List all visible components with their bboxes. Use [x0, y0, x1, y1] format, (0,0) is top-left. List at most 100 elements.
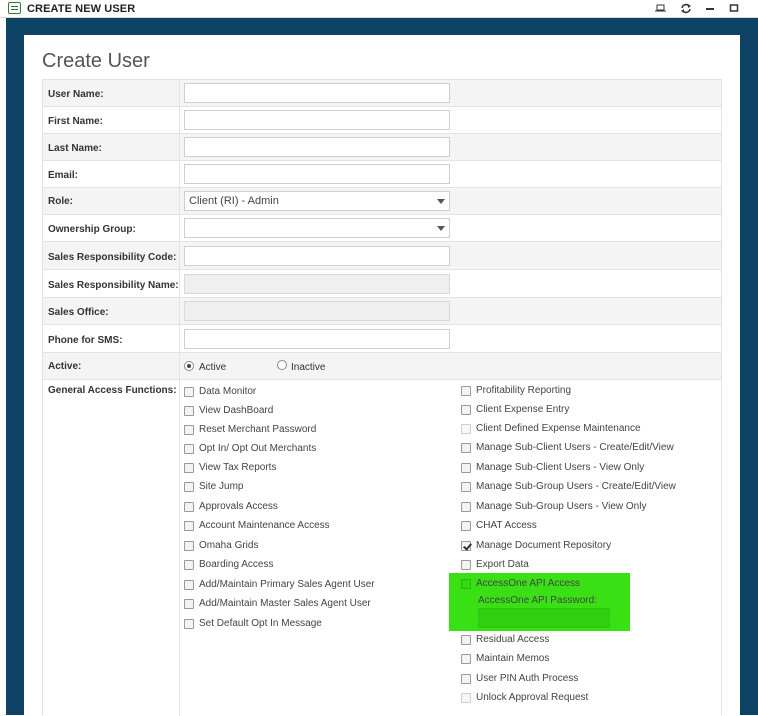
checkbox-label: Manage Sub-Group Users - Create/Edit/Vie…	[476, 481, 676, 492]
checkbox-checked[interactable]	[461, 541, 471, 551]
row-first-name: First Name:	[43, 107, 721, 134]
checkbox-label: Opt In/ Opt Out Merchants	[199, 443, 317, 454]
row-sales-office: Sales Office:	[43, 298, 721, 325]
checkbox-label: Profitability Reporting	[476, 385, 572, 396]
checkbox-label: Manage Sub-Client Users - Create/Edit/Vi…	[476, 442, 674, 453]
checkbox[interactable]	[461, 635, 471, 645]
user-name-label: User Name:	[48, 89, 104, 100]
ownership-group-select[interactable]	[184, 218, 450, 238]
phone-sms-input[interactable]	[184, 329, 450, 349]
sales-resp-code-input[interactable]	[184, 246, 450, 266]
row-divider	[179, 134, 180, 160]
checkbox-label: Omaha Grids	[199, 540, 259, 551]
checkbox[interactable]	[184, 619, 194, 629]
general-access-label: General Access Functions:	[48, 385, 177, 396]
checkbox[interactable]	[461, 521, 471, 531]
checkbox	[461, 693, 471, 703]
first-name-label: First Name:	[48, 116, 104, 127]
row-ownership-group: Ownership Group:	[43, 215, 721, 242]
checkbox[interactable]	[184, 580, 194, 590]
inactive-radio[interactable]	[277, 360, 287, 370]
checkbox[interactable]	[461, 482, 471, 492]
checkbox-label: Site Jump	[199, 481, 244, 492]
row-divider	[179, 80, 180, 106]
checkbox-label: Boarding Access	[199, 559, 274, 570]
phone-sms-label: Phone for SMS:	[48, 335, 123, 346]
row-divider	[179, 215, 180, 241]
chevron-down-icon	[437, 226, 445, 231]
checkbox[interactable]	[461, 502, 471, 512]
checkbox-label: Client Defined Expense Maintenance	[476, 423, 641, 434]
checkbox-label: Manage Sub-Group Users - View Only	[476, 501, 647, 512]
last-name-input[interactable]	[184, 137, 450, 157]
checkbox-label: Set Default Opt In Message	[199, 618, 322, 629]
checkbox-label: AccessOne API Access	[476, 578, 580, 589]
pin-icon[interactable]	[652, 1, 670, 16]
row-sales-resp-name: Sales Responsibility Name:	[43, 270, 721, 298]
checkbox[interactable]	[184, 482, 194, 492]
checkbox[interactable]	[461, 386, 471, 396]
checkbox	[461, 424, 471, 434]
role-select-value: Client (RI) - Admin	[189, 195, 279, 207]
row-last-name: Last Name:	[43, 134, 721, 161]
checkbox-label: Residual Access	[476, 634, 550, 645]
checkbox-label: View DashBoard	[199, 405, 274, 416]
row-phone-sms: Phone for SMS:	[43, 325, 721, 353]
checkbox[interactable]	[184, 502, 194, 512]
role-select[interactable]: Client (RI) - Admin	[184, 191, 450, 211]
row-divider	[179, 161, 180, 187]
checkbox[interactable]	[184, 406, 194, 416]
checkbox-label: Manage Sub-Client Users - View Only	[476, 462, 645, 473]
chevron-down-icon	[437, 199, 445, 204]
inactive-radio-label: Inactive	[291, 362, 326, 373]
active-label: Active:	[48, 361, 82, 372]
row-email: Email:	[43, 161, 721, 188]
checkbox-label: Client Expense Entry	[476, 404, 570, 415]
checkbox[interactable]	[184, 387, 194, 397]
checkbox[interactable]	[461, 463, 471, 473]
row-divider	[179, 270, 180, 297]
checkbox[interactable]	[184, 425, 194, 435]
user-name-input[interactable]	[184, 83, 450, 103]
form-window-icon	[8, 2, 21, 14]
checkbox[interactable]	[184, 560, 194, 570]
checkbox[interactable]	[184, 521, 194, 531]
checkbox-label: CHAT Access	[476, 520, 537, 531]
row-role: Role: Client (RI) - Admin	[43, 188, 721, 215]
active-radio[interactable]	[184, 361, 194, 371]
row-user-name: User Name:	[43, 80, 721, 107]
email-input[interactable]	[184, 164, 450, 184]
checkbox[interactable]	[461, 674, 471, 684]
checkbox[interactable]	[461, 443, 471, 453]
checkbox-label: Maintain Memos	[476, 653, 550, 664]
checkbox-label: View Tax Reports	[199, 462, 277, 473]
checkbox[interactable]	[461, 579, 471, 589]
checkbox-label: Add/Maintain Master Sales Agent User	[199, 598, 371, 609]
sales-resp-name-input	[184, 274, 450, 294]
first-name-input[interactable]	[184, 110, 450, 130]
checkbox[interactable]	[184, 541, 194, 551]
checkbox[interactable]	[461, 405, 471, 415]
checkbox[interactable]	[184, 599, 194, 609]
checkbox[interactable]	[184, 444, 194, 454]
refresh-icon[interactable]	[677, 1, 695, 16]
role-label: Role:	[48, 196, 73, 207]
row-divider	[179, 325, 180, 352]
row-divider	[179, 107, 180, 133]
last-name-label: Last Name:	[48, 143, 102, 154]
row-divider	[179, 380, 180, 716]
sales-office-input	[184, 301, 450, 321]
ownership-group-label: Ownership Group:	[48, 224, 136, 235]
maximize-icon[interactable]	[725, 1, 743, 16]
checkbox[interactable]	[461, 654, 471, 664]
sales-resp-name-label: Sales Responsibility Name:	[48, 280, 179, 291]
checkbox-label: Reset Merchant Password	[199, 424, 317, 435]
active-radio-label: Active	[199, 362, 227, 373]
minimize-icon[interactable]	[701, 1, 719, 16]
checkbox[interactable]	[461, 560, 471, 570]
checkbox-label: Account Maintenance Access	[199, 520, 330, 531]
sales-office-label: Sales Office:	[48, 307, 109, 318]
checkbox[interactable]	[184, 463, 194, 473]
accessone-api-password-input[interactable]	[478, 608, 610, 628]
checkbox-label: Data Monitor	[199, 386, 257, 397]
